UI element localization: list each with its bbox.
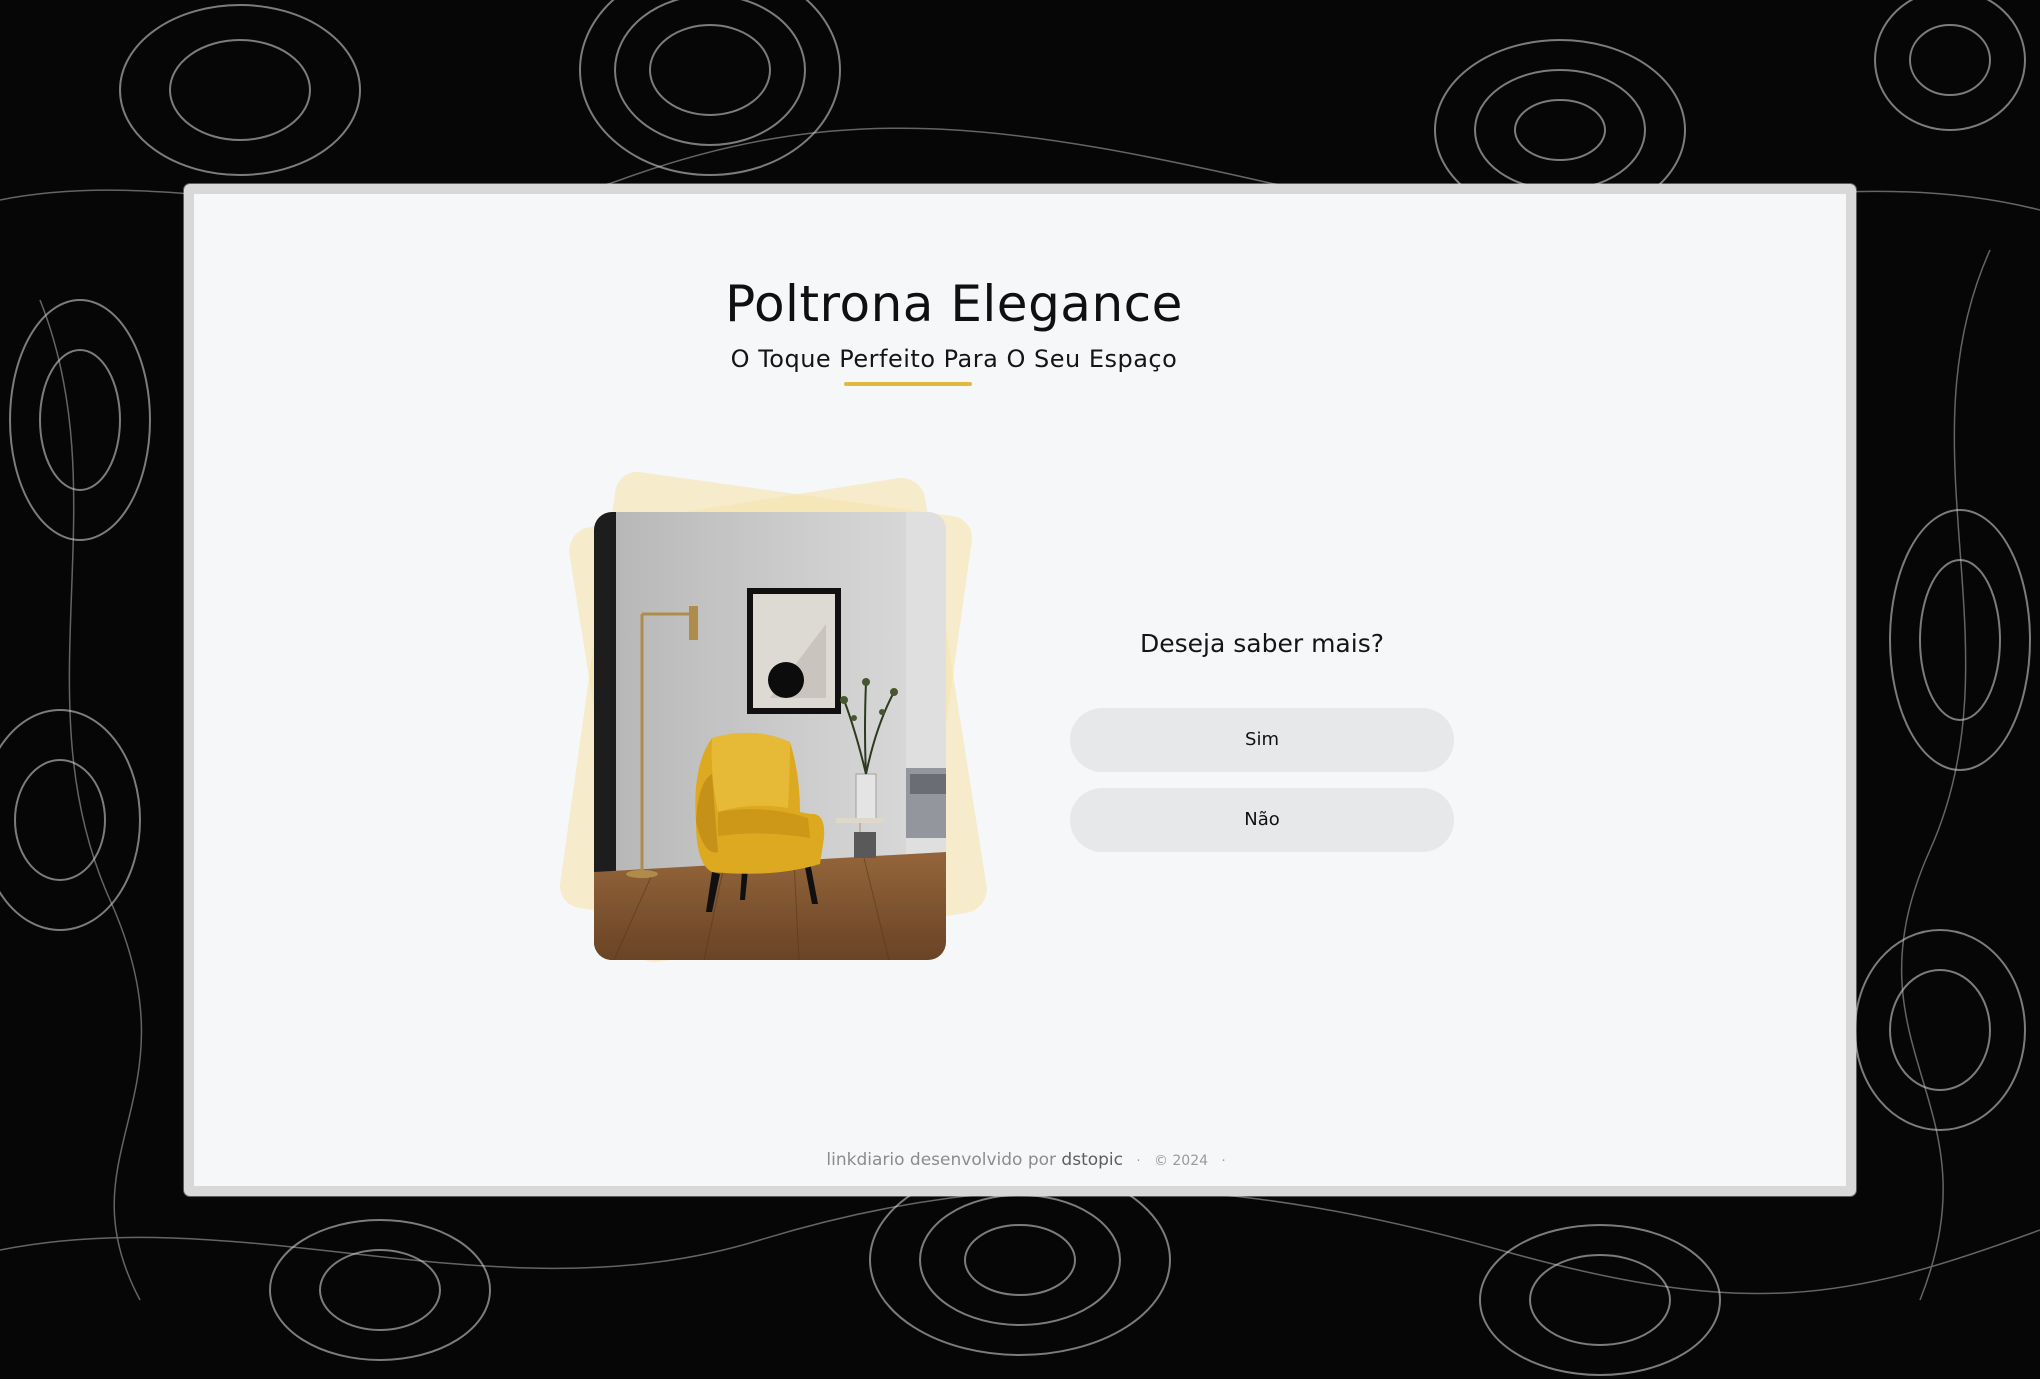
armchair-room-illustration <box>594 512 946 960</box>
page-title: Poltrona Elegance <box>725 275 1183 333</box>
content-card: Poltrona Elegance O Toque Perfeito Para … <box>184 184 1856 1196</box>
header: Poltrona Elegance O Toque Perfeito Para … <box>714 274 1194 374</box>
product-photo <box>594 512 946 960</box>
product-photo-stack <box>557 469 991 1000</box>
footer-copyright: © 2024 <box>1153 1153 1209 1169</box>
page-subtitle: O Toque Perfeito Para O Seu Espaço <box>730 345 1178 373</box>
no-button[interactable]: Não <box>1070 788 1454 852</box>
yes-button[interactable]: Sim <box>1070 708 1454 772</box>
footer-separator: · <box>1221 1154 1226 1169</box>
question-text: Deseja saber mais? <box>1140 629 1384 658</box>
footer-separator: · <box>1136 1154 1141 1169</box>
title-underline <box>844 382 972 386</box>
footer: linkdiario desenvolvido por dstopic · © … <box>194 1148 1866 1174</box>
footer-text: linkdiario desenvolvido por <box>826 1150 1057 1170</box>
footer-brand-link[interactable]: dstopic <box>1061 1150 1123 1170</box>
